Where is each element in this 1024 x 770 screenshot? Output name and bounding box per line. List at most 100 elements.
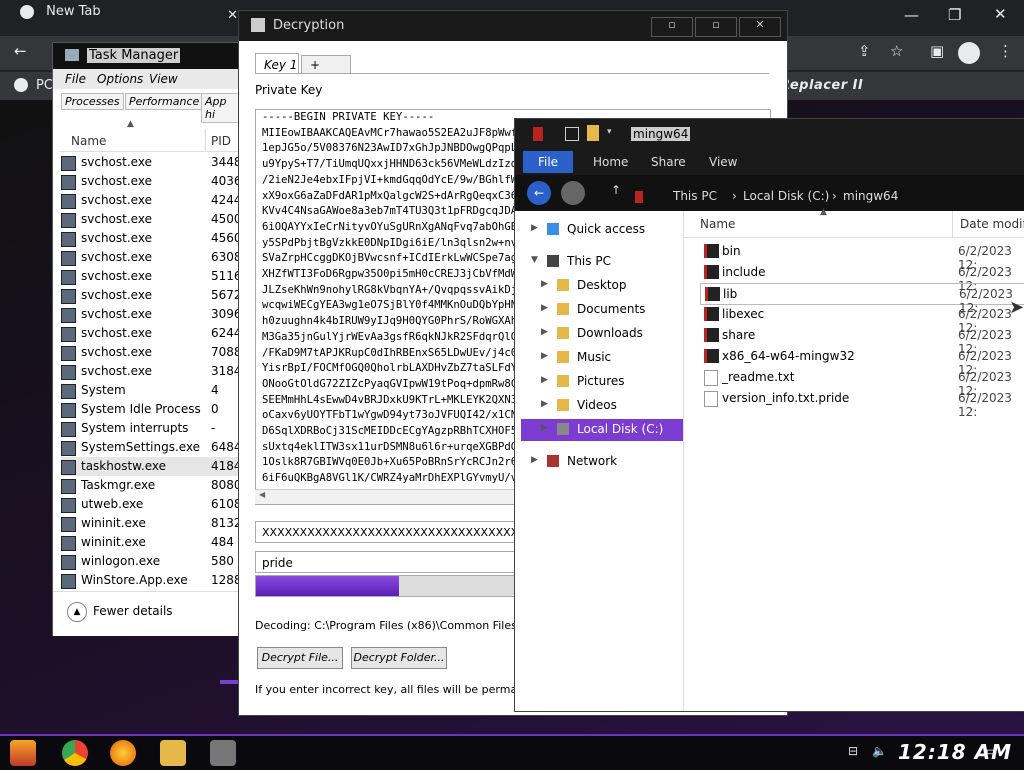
process-row[interactable]: svchost.exe 3448 — [61, 153, 242, 172]
process-row[interactable]: svchost.exe 6244 — [61, 324, 242, 343]
menu-options[interactable]: Options — [97, 72, 143, 86]
column-name[interactable]: Name — [700, 217, 735, 231]
ribbon-home[interactable]: Home — [593, 155, 628, 169]
collapse-icon[interactable]: ▲ — [67, 602, 87, 622]
network-tray-icon[interactable]: ⊟ — [848, 744, 858, 758]
breadcrumb-mingw64[interactable]: mingw64 — [843, 189, 898, 203]
expand-chevron-icon[interactable]: ▶ — [541, 351, 548, 361]
process-row[interactable]: SystemSettings.exe 6484 — [61, 438, 242, 457]
process-row[interactable]: WinStore.App.exe 1288 — [61, 571, 242, 590]
tab-processes[interactable]: Processes — [61, 93, 124, 110]
file-row[interactable]: bin 6/2/2023 12: — [700, 241, 1024, 272]
file-row[interactable]: _readme.txt 6/2/2023 12: — [700, 367, 1024, 398]
nav-item[interactable]: ▶ Music — [521, 347, 683, 369]
expand-chevron-icon[interactable]: ▶ — [541, 279, 548, 289]
ribbon-view[interactable]: View — [709, 155, 737, 169]
file-row[interactable]: share 6/2/2023 12: — [700, 325, 1024, 356]
process-row[interactable]: System interrupts - — [61, 419, 241, 438]
tab-app-history[interactable]: App hi — [201, 93, 239, 123]
process-row[interactable]: svchost.exe 6308 — [61, 248, 242, 267]
column-date-modified[interactable]: Date modified — [960, 217, 1024, 231]
process-row[interactable]: svchost.exe 3096 — [61, 305, 242, 324]
add-tab-button[interactable]: + — [301, 55, 351, 73]
process-row[interactable]: System 4 — [61, 381, 241, 400]
volume-tray-icon[interactable]: 🔈 — [872, 744, 887, 758]
nav-item[interactable]: ▼ This PC — [521, 251, 683, 273]
close-button[interactable]: ✕ — [739, 17, 781, 37]
scroll-left-icon[interactable]: ◀ — [259, 490, 265, 499]
ribbon-share[interactable]: Share — [651, 155, 686, 169]
decryption-titlebar[interactable]: Decryption ▫ ▫ ✕ — [239, 11, 787, 41]
file-row[interactable]: x86_64-w64-mingw32 6/2/2023 12: — [700, 346, 1024, 377]
forward-button-icon[interactable] — [561, 181, 585, 205]
maximize-button[interactable]: ▫ — [695, 17, 737, 37]
file-row[interactable]: include 6/2/2023 12: — [700, 262, 1024, 293]
explorer-titlebar[interactable]: ▾ mingw64 — [515, 119, 1024, 149]
profile-avatar[interactable] — [958, 42, 980, 64]
tab-performance[interactable]: Performance — [125, 93, 204, 110]
back-icon[interactable]: ← — [14, 42, 27, 60]
notifications-icon[interactable]: ▭ — [986, 744, 997, 758]
start-button-icon[interactable] — [10, 740, 36, 766]
nav-item[interactable]: ▶ Documents — [521, 299, 683, 321]
process-row[interactable]: Taskmgr.exe 8080 — [61, 476, 242, 495]
file-row[interactable]: libexec 6/2/2023 12: — [700, 304, 1024, 335]
expand-chevron-icon[interactable]: ▶ — [541, 303, 548, 313]
bookmark-left[interactable]: PC — [36, 78, 53, 93]
process-row[interactable]: taskhostw.exe 4184 — [61, 457, 242, 476]
process-row[interactable]: System Idle Process 0 — [61, 400, 241, 419]
decrypt-file-button[interactable]: Decrypt File... — [257, 647, 343, 669]
process-row[interactable]: wininit.exe 484 — [61, 533, 241, 552]
customize-qat-icon[interactable]: ▾ — [607, 127, 612, 137]
back-button-icon[interactable]: ← — [527, 181, 551, 205]
sidepanel-icon[interactable]: ▣ — [930, 42, 944, 60]
ribbon-file[interactable]: File — [523, 151, 573, 173]
breadcrumb-local-disk[interactable]: Local Disk (C:) — [743, 189, 829, 203]
process-row[interactable]: svchost.exe 3184 — [61, 362, 242, 381]
process-row[interactable]: svchost.exe 5116 — [61, 267, 242, 286]
process-row[interactable]: svchost.exe 5672 — [61, 286, 242, 305]
quick-properties-icon[interactable] — [565, 127, 579, 141]
expand-chevron-icon[interactable]: ▶ — [531, 223, 538, 233]
process-row[interactable]: svchost.exe 4560 — [61, 229, 242, 248]
restore-icon[interactable]: ❐ — [948, 6, 961, 24]
expand-chevron-icon[interactable]: ▶ — [541, 327, 548, 337]
nav-item[interactable]: ▶ Pictures — [521, 371, 683, 393]
nav-item[interactable]: ▶ Network — [521, 451, 683, 473]
minimize-button[interactable]: ▫ — [651, 17, 693, 37]
nav-item[interactable]: ▶ Downloads — [521, 323, 683, 345]
breadcrumb-this-pc[interactable]: This PC — [673, 189, 717, 203]
close-icon[interactable]: ✕ — [994, 5, 1007, 23]
task-manager-taskbar-icon[interactable] — [210, 740, 236, 766]
explorer-taskbar-icon[interactable] — [160, 740, 186, 766]
bookmark-star-icon[interactable]: ☆ — [890, 42, 903, 60]
firefox-taskbar-icon[interactable] — [110, 740, 136, 766]
nav-item[interactable]: ▶ Videos — [521, 395, 683, 417]
close-tab-icon[interactable]: ✕ — [227, 8, 238, 23]
column-name[interactable]: Name — [71, 134, 106, 148]
minimize-icon[interactable]: — — [904, 6, 919, 24]
expand-chevron-icon[interactable]: ▶ — [541, 423, 548, 433]
process-row[interactable]: svchost.exe 4500 — [61, 210, 242, 229]
menu-file[interactable]: File — [65, 72, 86, 86]
process-row[interactable]: svchost.exe 7088 — [61, 343, 242, 362]
file-row[interactable]: version_info.txt.pride 6/2/2023 12: — [700, 388, 1024, 419]
process-row[interactable]: utweb.exe 6108 — [61, 495, 242, 514]
share-icon[interactable]: ⇪ — [858, 42, 871, 60]
process-row[interactable]: svchost.exe 4244 — [61, 191, 242, 210]
bookmark-right[interactable]: Replacer II — [780, 78, 863, 93]
chrome-tab[interactable]: New Tab ✕ — [8, 4, 238, 32]
menu-view[interactable]: View — [149, 72, 178, 86]
file-row[interactable]: lib 6/2/2023 12: — [700, 283, 1024, 315]
nav-item[interactable]: ▶ Quick access — [521, 219, 683, 241]
tab-key-1[interactable]: Key 1 — [255, 53, 299, 73]
fewer-details-link[interactable]: Fewer details — [93, 604, 173, 618]
expand-chevron-icon[interactable]: ▼ — [531, 255, 538, 265]
nav-item[interactable]: ▶ Desktop — [521, 275, 683, 297]
expand-chevron-icon[interactable]: ▶ — [541, 375, 548, 385]
process-row[interactable]: svchost.exe 4036 — [61, 172, 242, 191]
decrypt-folder-button[interactable]: Decrypt Folder... — [351, 647, 447, 669]
process-row[interactable]: wininit.exe 8132 — [61, 514, 242, 533]
column-pid[interactable]: PID — [211, 134, 231, 148]
up-arrow-icon[interactable]: ↑ — [611, 183, 621, 197]
